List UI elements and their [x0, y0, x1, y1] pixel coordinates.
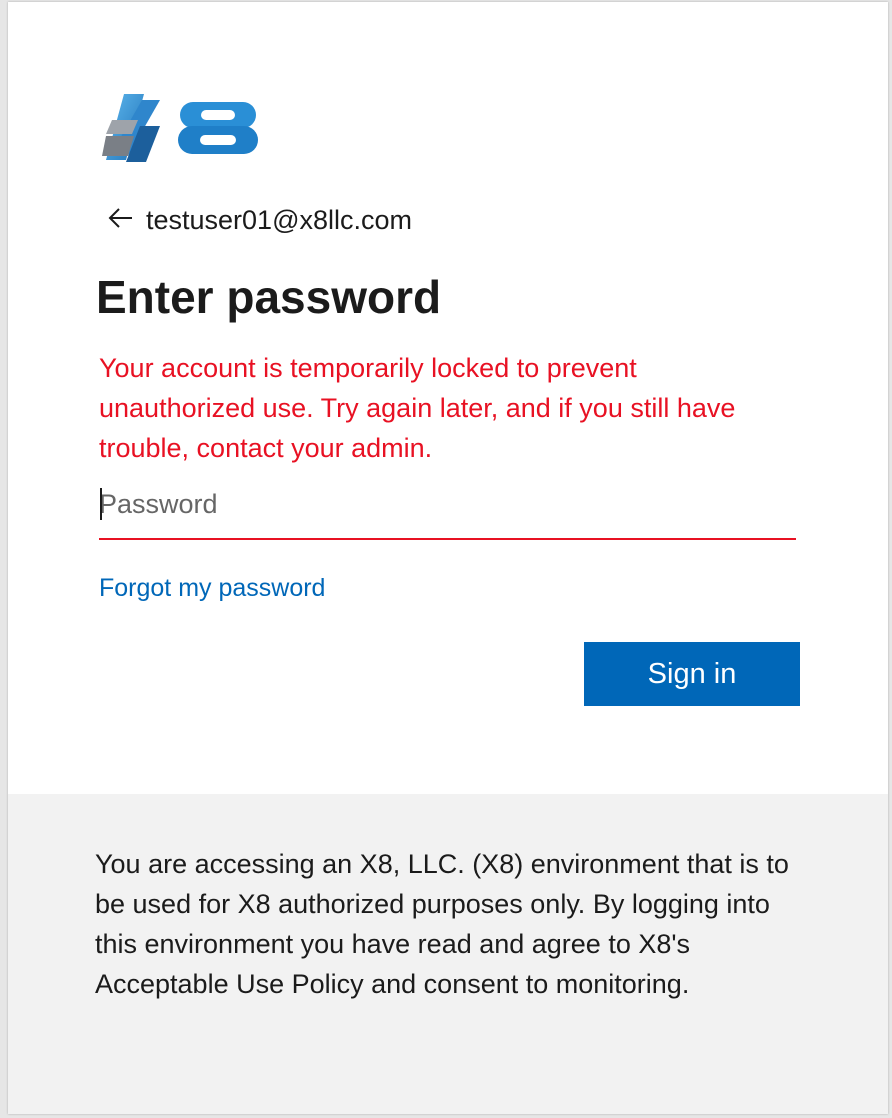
forgot-password-link[interactable]: Forgot my password	[99, 574, 325, 603]
sign-in-card: testuser01@x8llc.com Enter password Your…	[8, 2, 888, 1114]
identity-banner[interactable]: testuser01@x8llc.com	[106, 200, 412, 240]
password-input[interactable]	[99, 480, 796, 528]
footer-notice-text: You are accessing an X8, LLC. (X8) envir…	[95, 849, 789, 999]
identity-email: testuser01@x8llc.com	[146, 204, 413, 235]
text-caret	[100, 488, 102, 520]
arrow-left-icon[interactable]	[106, 206, 146, 235]
error-message: Your account is temporarily locked to pr…	[99, 353, 736, 463]
footer-notice-panel: You are accessing an X8, LLC. (X8) envir…	[8, 794, 888, 1114]
sign-in-button[interactable]: Sign in	[584, 642, 800, 706]
page-title: Enter password	[96, 271, 442, 323]
password-field-container	[99, 480, 796, 540]
x8-logo	[98, 90, 263, 166]
